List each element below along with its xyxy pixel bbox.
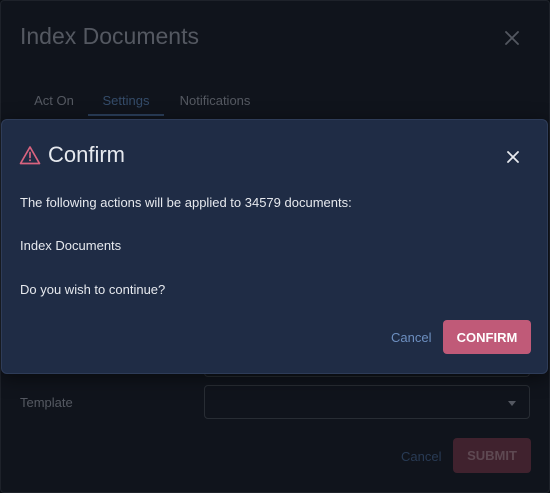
confirm-modal: Confirm The following actions will be ap… <box>1 119 548 374</box>
modal-cancel-button[interactable]: Cancel <box>391 330 431 345</box>
modal-message-question: Do you wish to continue? <box>20 282 166 297</box>
modal-title: Confirm <box>48 142 126 167</box>
warning-triangle-icon <box>19 146 41 165</box>
confirm-button[interactable]: CONFIRM <box>443 320 531 354</box>
close-icon[interactable] <box>505 149 521 165</box>
modal-message-action: Index Documents <box>20 238 122 253</box>
modal-message-summary: The following actions will be applied to… <box>20 195 352 210</box>
